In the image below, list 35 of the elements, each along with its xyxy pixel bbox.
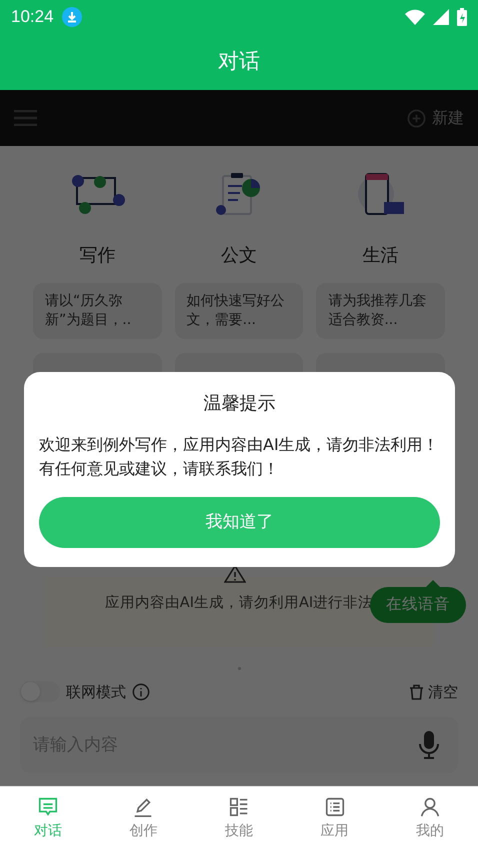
voice-bubble[interactable]: 在线语音 — [370, 587, 466, 623]
dialog-title: 温馨提示 — [204, 392, 276, 416]
grid-list-icon — [228, 796, 250, 818]
nav-tab[interactable]: 应用 — [286, 787, 382, 850]
battery-icon — [457, 8, 467, 26]
trash-icon — [409, 684, 424, 700]
nav-tab[interactable]: 技能 — [191, 787, 287, 850]
prompt-card[interactable]: 请以“历久弥新”为题目，.. — [33, 283, 162, 339]
list-icon — [324, 796, 346, 818]
plus-circle-icon — [407, 108, 426, 128]
clear-button[interactable]: 清空 — [409, 680, 458, 703]
person-icon — [419, 796, 442, 818]
page-title: 对话 — [218, 48, 260, 76]
prompt-card[interactable]: 如何快速写好公文，需要... — [174, 283, 304, 339]
category-title: 公文 — [220, 244, 257, 268]
nav-tab[interactable]: 对话 — [0, 787, 96, 850]
wifi-icon — [405, 9, 425, 25]
confirm-button[interactable]: 我知道了 — [39, 497, 440, 548]
new-button[interactable]: 新建 — [407, 106, 464, 130]
category-title: 写作 — [79, 244, 116, 268]
nav-tab[interactable]: 创作 — [96, 787, 192, 850]
chat-icon — [36, 796, 59, 818]
pencil-icon — [132, 796, 154, 818]
status-time: 10:24 — [11, 6, 54, 28]
dialog-message: 欢迎来到例外写作，应用内容由AI生成，请勿非法利用！有任何意见或建议，请联系我们！ — [39, 434, 440, 480]
signal-icon — [433, 9, 449, 25]
nav-tab[interactable]: 我的 — [382, 787, 478, 850]
download-icon — [62, 7, 82, 27]
microphone-icon[interactable] — [419, 731, 439, 759]
info-icon[interactable] — [132, 682, 150, 701]
category-title: 生活 — [362, 244, 399, 268]
phone-basket-icon — [356, 172, 406, 218]
network-mode-label: 联网模式 — [66, 682, 126, 702]
prompt-card[interactable]: 请为我推荐几套适合教资... — [316, 283, 445, 339]
warning-icon — [224, 565, 246, 583]
